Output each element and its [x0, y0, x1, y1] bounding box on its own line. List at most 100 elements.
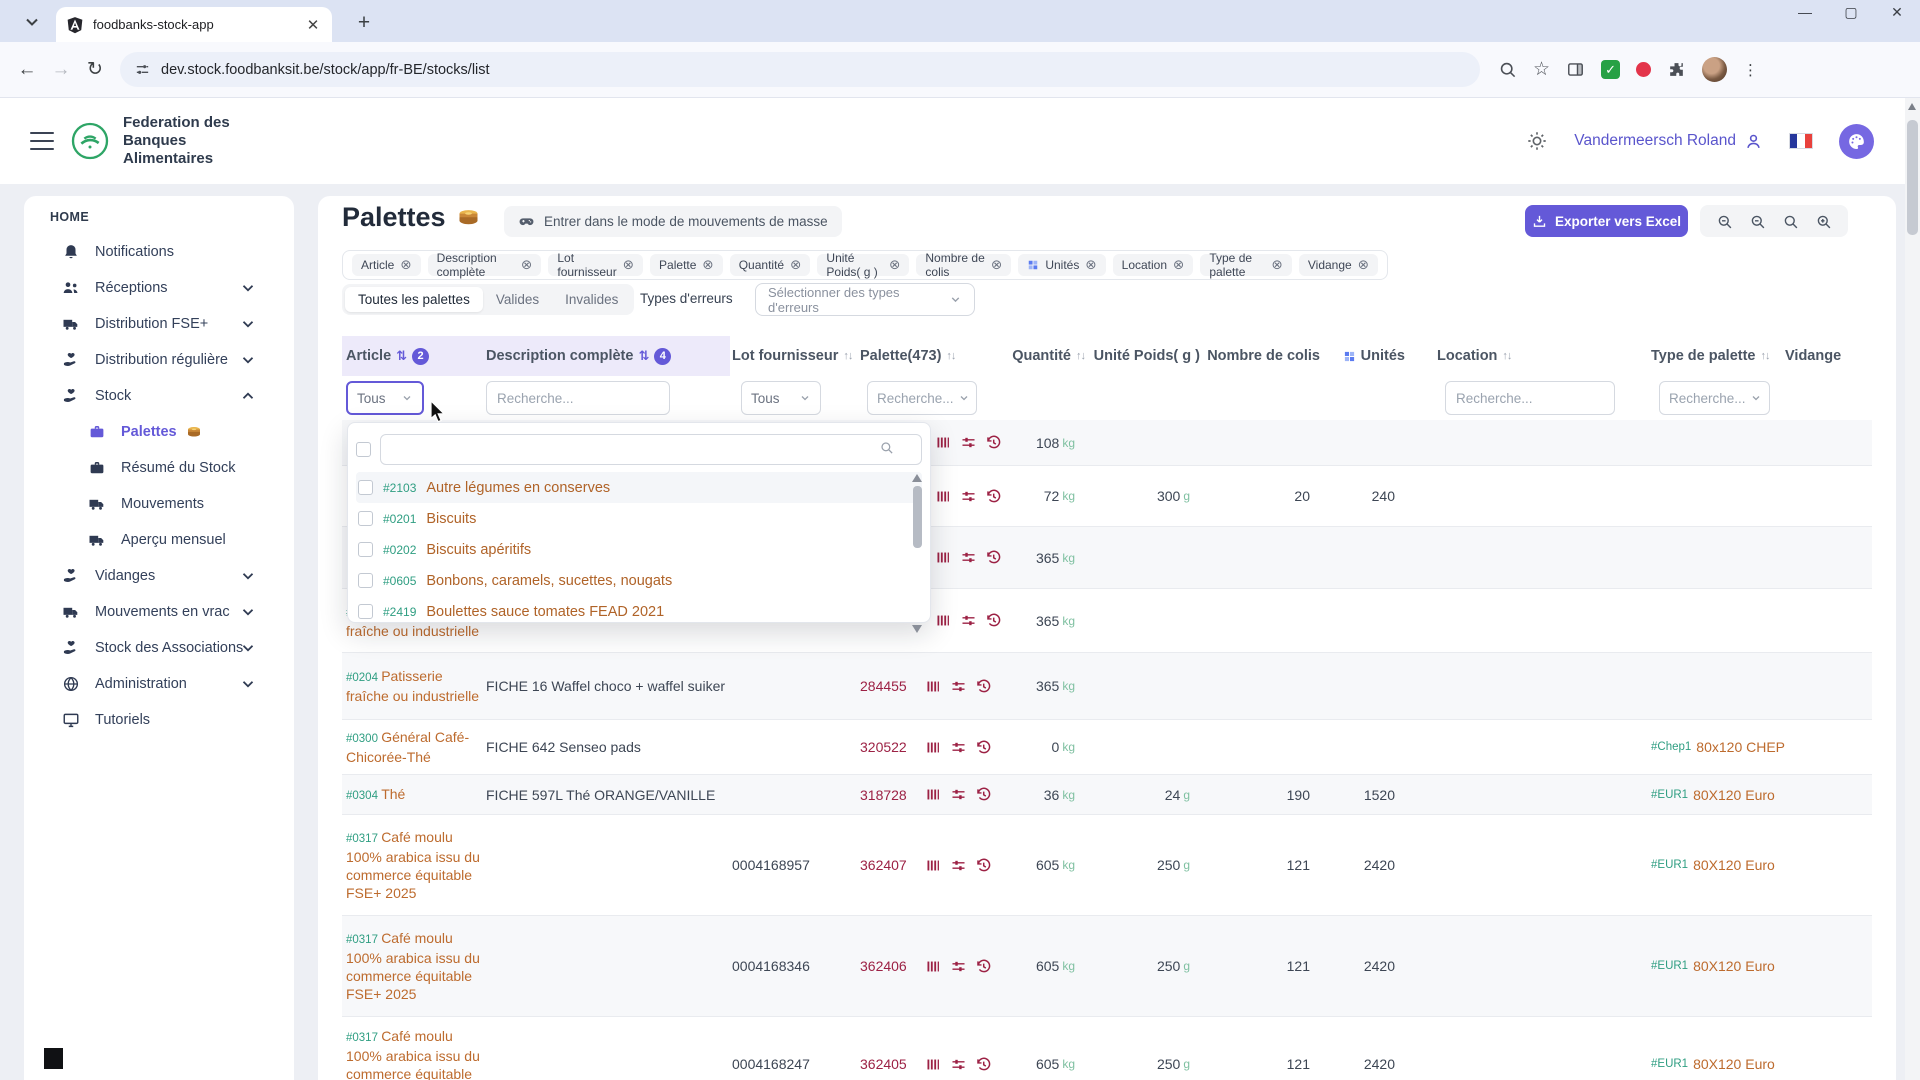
sidebar-item-aper-u-mensuel[interactable]: Aperçu mensuel: [24, 522, 294, 558]
palette-number-link[interactable]: 320522: [860, 738, 907, 756]
hamburger-menu-icon[interactable]: [30, 132, 54, 150]
option-checkbox[interactable]: [358, 480, 373, 495]
type-name-link[interactable]: 80X120 Euro: [1693, 786, 1775, 804]
palette-number-link[interactable]: 362406: [860, 957, 907, 975]
theme-palette-button[interactable]: [1839, 124, 1874, 159]
sidebar-item-administration[interactable]: Administration: [24, 666, 294, 702]
history-icon[interactable]: [975, 857, 992, 874]
type-name-link[interactable]: 80x120 CHEP: [1696, 738, 1785, 756]
scroll-up-icon[interactable]: [1908, 103, 1916, 110]
zoom-out-icon[interactable]: [1716, 213, 1733, 230]
filter-chip[interactable]: Nombre de colis⊗: [916, 254, 1011, 276]
adjustments-icon[interactable]: [950, 1056, 967, 1073]
export-excel-button[interactable]: Exporter vers Excel: [1525, 205, 1688, 237]
scroll-down-icon[interactable]: [912, 625, 922, 633]
scrollbar-thumb[interactable]: [913, 486, 922, 548]
dropdown-option[interactable]: #0202Biscuits apéritifs: [356, 534, 922, 565]
filter-chip[interactable]: Article⊗: [352, 254, 421, 276]
side-panel-icon[interactable]: [1566, 60, 1585, 79]
language-flag-france[interactable]: [1789, 133, 1813, 149]
barcode-icon[interactable]: [935, 612, 952, 629]
sidebar-item-stock[interactable]: Stock: [24, 378, 294, 414]
filter-chip[interactable]: Palette⊗: [650, 254, 723, 276]
article-code-link[interactable]: #0317: [346, 934, 381, 946]
chevron-down-icon[interactable]: [239, 279, 257, 297]
remove-chip-icon[interactable]: ⊗: [790, 258, 801, 272]
option-checkbox[interactable]: [358, 511, 373, 526]
column-header-location[interactable]: Location↑↓: [1405, 336, 1620, 376]
description-search-input[interactable]: [486, 381, 670, 415]
profile-avatar[interactable]: [1702, 57, 1727, 82]
history-icon[interactable]: [975, 1056, 992, 1073]
table-row[interactable]: #0317 Café moulu 100% arabica issu du co…: [342, 916, 1872, 1017]
error-types-select[interactable]: Sélectionner des types d'erreurs: [755, 283, 975, 316]
chevron-down-icon[interactable]: [239, 675, 257, 693]
sidebar-item-mouvements[interactable]: Mouvements: [24, 486, 294, 522]
article-code-link[interactable]: #0204: [346, 672, 381, 684]
table-row[interactable]: #0304 ThéFICHE 597L Thé ORANGE/VANILLE31…: [342, 775, 1872, 815]
dropdown-scrollbar[interactable]: [911, 472, 924, 627]
table-row[interactable]: #0300 Général Café-Chicorée-ThéFICHE 642…: [342, 720, 1872, 775]
extension-check-icon[interactable]: ✓: [1601, 60, 1620, 79]
palette-number-link[interactable]: 362407: [860, 856, 907, 874]
adjustments-icon[interactable]: [950, 739, 967, 756]
table-row[interactable]: #0317 Café moulu 100% arabica issu du co…: [342, 1017, 1872, 1080]
palette-number-link[interactable]: 318728: [860, 786, 907, 804]
user-menu[interactable]: Vandermeersch Roland: [1574, 132, 1763, 151]
filter-chip[interactable]: Lot fournisseur⊗: [548, 254, 643, 276]
remove-chip-icon[interactable]: ⊗: [991, 258, 1002, 272]
window-scrollbar[interactable]: [1905, 98, 1920, 1080]
bookmark-star-icon[interactable]: ☆: [1533, 58, 1550, 81]
barcode-icon[interactable]: [935, 488, 952, 505]
window-close-button[interactable]: ✕: [1888, 4, 1906, 21]
article-filter-select[interactable]: Tous: [346, 381, 424, 415]
column-header-vidange[interactable]: Vidange: [1785, 336, 1848, 376]
filter-chip[interactable]: Unité Poids( g )⊗: [817, 254, 909, 276]
barcode-icon[interactable]: [925, 786, 942, 803]
zoom-page-icon[interactable]: [1498, 60, 1517, 79]
remove-chip-icon[interactable]: ⊗: [1085, 258, 1096, 272]
scroll-up-icon[interactable]: [912, 474, 922, 482]
tab-close-icon[interactable]: ✕: [304, 16, 322, 34]
history-icon[interactable]: [975, 786, 992, 803]
mass-movement-mode-button[interactable]: Entrer dans le mode de mouvements de mas…: [504, 206, 842, 237]
column-header-lot-fournisseur[interactable]: Lot fournisseur↑↓: [730, 336, 860, 376]
sidebar-item-mouvements-en-vrac[interactable]: Mouvements en vrac: [24, 594, 294, 630]
type-filter-combo[interactable]: Recherche...: [1659, 381, 1770, 415]
barcode-icon[interactable]: [925, 678, 942, 695]
dropdown-option[interactable]: #2103Autre légumes en conserves: [356, 472, 922, 503]
window-minimize-button[interactable]: —: [1796, 4, 1814, 21]
filter-chip[interactable]: Description complète⊗: [428, 254, 542, 276]
search-icon[interactable]: [1782, 213, 1799, 230]
sidebar-item-notifications[interactable]: Notifications: [24, 234, 294, 270]
remove-chip-icon[interactable]: ⊗: [400, 258, 411, 272]
remove-chip-icon[interactable]: ⊗: [1358, 258, 1369, 272]
column-header-unit-s[interactable]: Unités: [1320, 336, 1405, 376]
tab-list-chevron-icon[interactable]: [22, 12, 42, 32]
dropdown-option[interactable]: #0201Biscuits: [356, 503, 922, 534]
article-code-link[interactable]: #0317: [346, 833, 381, 845]
back-button[interactable]: ←: [10, 59, 44, 81]
column-header-quantit-[interactable]: Quantité↑↓: [1000, 336, 1085, 376]
chevron-down-icon[interactable]: [239, 351, 257, 369]
barcode-icon[interactable]: [935, 434, 952, 451]
column-header-description-compl-te[interactable]: Description complète⇅4: [486, 336, 730, 376]
column-header-article[interactable]: Article⇅2: [342, 336, 486, 376]
sidebar-item-vidanges[interactable]: Vidanges: [24, 558, 294, 594]
sidebar-item-distribution-r-guli-re[interactable]: Distribution régulière: [24, 342, 294, 378]
chevron-down-icon[interactable]: [239, 315, 257, 333]
column-header-unit-poids-g-[interactable]: Unité Poids( g ): [1085, 336, 1200, 376]
remove-chip-icon[interactable]: ⊗: [702, 258, 713, 272]
table-row[interactable]: #0317 Café moulu 100% arabica issu du co…: [342, 815, 1872, 916]
option-checkbox[interactable]: [358, 604, 373, 619]
barcode-icon[interactable]: [925, 958, 942, 975]
sidebar-item-r-ceptions[interactable]: Réceptions: [24, 270, 294, 306]
article-code-link[interactable]: #0304: [346, 790, 381, 802]
article-name-link[interactable]: Thé: [381, 786, 405, 802]
palette-filter-combo[interactable]: Recherche...: [867, 381, 977, 415]
zoom-out-icon[interactable]: [1749, 213, 1766, 230]
sidebar-item-distribution-fse-[interactable]: Distribution FSE+: [24, 306, 294, 342]
adjustments-icon[interactable]: [960, 549, 977, 566]
filter-chip[interactable]: Vidange⊗: [1299, 254, 1378, 276]
sidebar-item-r-sum-du-stock[interactable]: Résumé du Stock: [24, 450, 294, 486]
